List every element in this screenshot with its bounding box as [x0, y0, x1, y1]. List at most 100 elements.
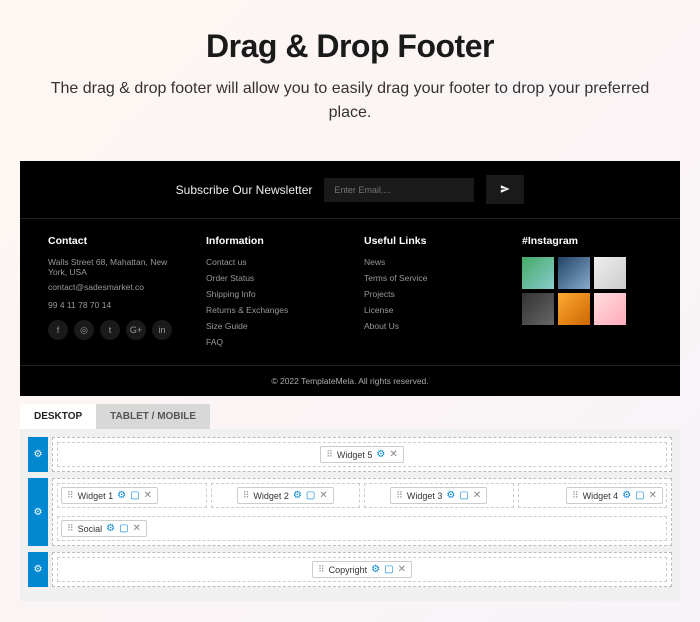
widget-block[interactable]: ⠿ Copyright ⚙ ▢ ✕	[312, 561, 412, 578]
copyright-text: © 2022 TemplateMela. All rights reserved…	[20, 365, 680, 396]
drag-icon[interactable]: ⠿	[318, 564, 325, 575]
gear-icon[interactable]: ⚙	[371, 564, 380, 575]
footer-preview: Subscribe Our Newsletter Contact Walls S…	[20, 161, 680, 396]
instagram-heading: #Instagram	[522, 235, 652, 247]
gear-icon[interactable]: ⚙	[117, 490, 126, 501]
duplicate-icon[interactable]: ▢	[130, 490, 139, 501]
info-link[interactable]: FAQ	[206, 337, 336, 347]
close-icon[interactable]: ✕	[398, 564, 406, 575]
close-icon[interactable]: ✕	[133, 523, 141, 534]
newsletter-submit-button[interactable]	[486, 175, 524, 204]
useful-link[interactable]: Terms of Service	[364, 273, 494, 283]
widget-block[interactable]: ⠿ Widget 2 ⚙ ▢ ✕	[237, 487, 334, 504]
gear-icon[interactable]: ⚙	[106, 523, 115, 534]
facebook-icon[interactable]: f	[48, 320, 68, 340]
duplicate-icon[interactable]: ▢	[459, 490, 468, 501]
newsletter-bar: Subscribe Our Newsletter	[20, 161, 680, 219]
duplicate-icon[interactable]: ▢	[635, 490, 644, 501]
widget-label: Widget 5	[337, 450, 373, 460]
drag-icon[interactable]: ⠿	[67, 490, 74, 501]
drag-icon[interactable]: ⠿	[243, 490, 250, 501]
widget-block[interactable]: ⠿ Social ⚙ ▢ ✕	[61, 520, 147, 537]
editor-cell[interactable]: ⠿ Widget 3 ⚙ ▢ ✕	[364, 483, 514, 508]
useful-link[interactable]: Projects	[364, 289, 494, 299]
editor-cell[interactable]: ⠿ Widget 5 ⚙ ✕	[57, 442, 667, 467]
twitter-icon[interactable]: t	[100, 320, 120, 340]
info-link[interactable]: Returns & Exchanges	[206, 305, 336, 315]
social-icons: f ◎ t G+ in	[48, 320, 178, 340]
instagram-thumb[interactable]	[594, 257, 626, 289]
footer-col-useful: Useful Links News Terms of Service Proje…	[364, 235, 494, 353]
widget-block[interactable]: ⠿ Widget 5 ⚙ ✕	[320, 446, 403, 463]
info-link[interactable]: Size Guide	[206, 321, 336, 331]
useful-link[interactable]: About Us	[364, 321, 494, 331]
widget-label: Copyright	[329, 565, 368, 575]
row-settings-handle[interactable]: ⚙	[28, 478, 48, 546]
editor-cell[interactable]: ⠿ Widget 4 ⚙ ▢ ✕	[518, 483, 668, 508]
close-icon[interactable]: ✕	[319, 490, 327, 501]
row-settings-handle[interactable]: ⚙	[28, 552, 48, 587]
editor-cell[interactable]: ⠿ Widget 1 ⚙ ▢ ✕	[57, 483, 207, 508]
useful-link[interactable]: News	[364, 257, 494, 267]
page-subtitle: The drag & drop footer will allow you to…	[40, 77, 660, 125]
instagram-icon[interactable]: ◎	[74, 320, 94, 340]
close-icon[interactable]: ✕	[473, 490, 481, 501]
duplicate-icon[interactable]: ▢	[119, 523, 128, 534]
instagram-thumb[interactable]	[558, 293, 590, 325]
editor-row: ⚙ ⠿ Widget 5 ⚙ ✕	[28, 437, 672, 472]
info-link[interactable]: Order Status	[206, 273, 336, 283]
drag-icon[interactable]: ⠿	[572, 490, 579, 501]
close-icon[interactable]: ✕	[144, 490, 152, 501]
newsletter-label: Subscribe Our Newsletter	[176, 183, 313, 197]
drag-icon[interactable]: ⠿	[326, 449, 333, 460]
googleplus-icon[interactable]: G+	[126, 320, 146, 340]
gear-icon: ⚙	[34, 564, 43, 575]
linkedin-icon[interactable]: in	[152, 320, 172, 340]
drag-icon[interactable]: ⠿	[67, 523, 74, 534]
gear-icon[interactable]: ⚙	[622, 490, 631, 501]
editor-cell[interactable]: ⠿ Widget 2 ⚙ ▢ ✕	[211, 483, 361, 508]
row-settings-handle[interactable]: ⚙	[28, 437, 48, 472]
footer-col-information: Information Contact us Order Status Ship…	[206, 235, 336, 353]
widget-label: Widget 1	[78, 491, 114, 501]
contact-heading: Contact	[48, 235, 178, 247]
info-link[interactable]: Shipping Info	[206, 289, 336, 299]
newsletter-email-input[interactable]	[324, 178, 474, 202]
gear-icon: ⚙	[34, 507, 43, 518]
drag-icon[interactable]: ⠿	[396, 490, 403, 501]
widget-block[interactable]: ⠿ Widget 3 ⚙ ▢ ✕	[390, 487, 487, 504]
widget-block[interactable]: ⠿ Widget 1 ⚙ ▢ ✕	[61, 487, 158, 504]
gear-icon[interactable]: ⚙	[293, 490, 302, 501]
send-icon	[500, 182, 510, 197]
useful-heading: Useful Links	[364, 235, 494, 247]
instagram-thumb[interactable]	[522, 257, 554, 289]
widget-block[interactable]: ⠿ Widget 4 ⚙ ▢ ✕	[566, 487, 663, 504]
close-icon[interactable]: ✕	[389, 449, 397, 460]
gear-icon: ⚙	[34, 449, 43, 460]
widget-label: Widget 3	[407, 491, 443, 501]
useful-link[interactable]: License	[364, 305, 494, 315]
widget-label: Widget 2	[253, 491, 289, 501]
tab-desktop[interactable]: DESKTOP	[20, 404, 96, 429]
info-link[interactable]: Contact us	[206, 257, 336, 267]
duplicate-icon[interactable]: ▢	[384, 564, 393, 575]
editor-row: ⚙ ⠿ Copyright ⚙ ▢ ✕	[28, 552, 672, 587]
contact-email: contact@sadesmarket.co	[48, 282, 178, 292]
widget-label: Widget 4	[583, 491, 619, 501]
gear-icon[interactable]: ⚙	[376, 449, 385, 460]
editor-cell[interactable]: ⠿ Social ⚙ ▢ ✕	[57, 516, 667, 541]
instagram-thumb[interactable]	[522, 293, 554, 325]
information-heading: Information	[206, 235, 336, 247]
close-icon[interactable]: ✕	[649, 490, 657, 501]
contact-phone: 99 4 11 78 70 14	[48, 300, 178, 310]
footer-col-instagram: #Instagram	[522, 235, 652, 353]
editor-row: ⚙ ⠿ Widget 1 ⚙ ▢ ✕ ⠿ Widget 2 ⚙	[28, 478, 672, 546]
gear-icon[interactable]: ⚙	[446, 490, 455, 501]
editor-cell[interactable]: ⠿ Copyright ⚙ ▢ ✕	[57, 557, 667, 582]
widget-label: Social	[78, 524, 103, 534]
instagram-thumb[interactable]	[594, 293, 626, 325]
footer-editor: DESKTOP TABLET / MOBILE ⚙ ⠿ Widget 5 ⚙ ✕…	[20, 404, 680, 601]
tab-tablet-mobile[interactable]: TABLET / MOBILE	[96, 404, 210, 429]
duplicate-icon[interactable]: ▢	[306, 490, 315, 501]
instagram-thumb[interactable]	[558, 257, 590, 289]
